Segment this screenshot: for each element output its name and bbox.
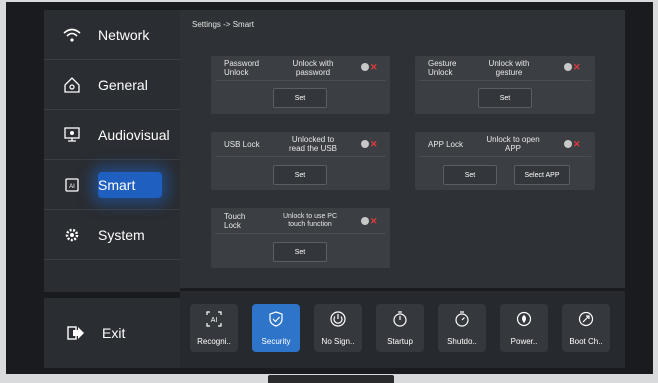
off-x-icon: ✕ (573, 62, 581, 72)
boot-channel-icon (562, 310, 610, 328)
card-divider (215, 233, 386, 234)
exit-arrow-icon (66, 323, 86, 343)
sidebar-item-general[interactable]: General (44, 60, 180, 110)
tile-label: Security (261, 337, 291, 346)
tile-no-signal[interactable]: No Sign.. (314, 304, 362, 352)
touch-set-button[interactable]: Set (273, 242, 327, 262)
off-x-icon: ✕ (573, 139, 581, 149)
ai-recognition-icon: AI (190, 310, 238, 328)
off-x-icon: ✕ (370, 216, 378, 226)
touch-lock-card: Touch Lock Unlock to use PC touch function… (211, 208, 390, 268)
sidebar: Network General Audiovisual AI Smart Sys… (44, 10, 180, 292)
card-title: Touch Lock (224, 212, 246, 230)
card-description: Unlock with password (292, 59, 334, 77)
display-icon (62, 125, 82, 145)
tile-label: No Sign.. (321, 337, 355, 346)
off-x-icon: ✕ (370, 62, 378, 72)
card-description: Unlocked to read the USB (288, 135, 338, 153)
sidebar-item-label: General (98, 76, 148, 93)
card-divider (419, 80, 591, 81)
tile-power[interactable]: Power.. (500, 304, 548, 352)
power-saving-icon (500, 310, 548, 328)
card-divider (215, 156, 386, 157)
timer-off-icon (438, 310, 486, 328)
card-description: Unlock to use PC touch function (282, 213, 338, 228)
power-icon (314, 310, 362, 328)
tile-recognition[interactable]: AI Recogni.. (190, 304, 238, 352)
off-x-icon: ✕ (370, 139, 378, 149)
usb-lock-toggle[interactable]: ✕ (361, 139, 379, 149)
sidebar-item-audiovisual[interactable]: Audiovisual (44, 110, 180, 160)
usb-set-button[interactable]: Set (273, 165, 327, 185)
tile-shutdown[interactable]: Shutdo.. (438, 304, 486, 352)
exit-label: Exit (102, 325, 126, 341)
gesture-unlock-card: Gesture Unlock Unlock with gesture ✕ Set (415, 56, 595, 114)
system-gear-icon (62, 225, 82, 245)
svg-text:AI: AI (69, 184, 75, 190)
card-title: Gesture Unlock (428, 59, 457, 77)
breadcrumb: Settings -> Smart (192, 20, 255, 29)
password-unlock-toggle[interactable]: ✕ (361, 62, 379, 72)
sidebar-item-system[interactable]: System (44, 210, 180, 260)
password-set-button[interactable]: Set (273, 88, 327, 108)
tile-label: Recogni.. (197, 337, 231, 346)
card-title: APP Lock (428, 140, 463, 149)
tile-label: Power.. (510, 337, 538, 346)
exit-button[interactable]: Exit (44, 298, 180, 368)
card-title: Password Unlock (224, 59, 260, 77)
card-title: USB Lock (224, 140, 260, 149)
tile-security[interactable]: Security (252, 304, 300, 352)
home-icon (62, 75, 82, 95)
select-app-button[interactable]: Select APP (514, 165, 570, 185)
sidebar-item-label: System (98, 226, 145, 243)
sidebar-item-label: Network (98, 26, 150, 43)
app-lock-card: APP Lock Unlock to open APP ✕ Set Select … (415, 132, 595, 190)
card-description: Unlock to open APP (486, 135, 540, 153)
app-set-button[interactable]: Set (443, 165, 497, 185)
sidebar-item-network[interactable]: Network (44, 10, 180, 60)
sidebar-item-smart[interactable]: AI Smart (44, 160, 180, 210)
tile-boot-channel[interactable]: Boot Ch.. (562, 304, 610, 352)
timer-icon (376, 310, 424, 328)
card-divider (419, 156, 591, 157)
tile-label: Shutdo.. (447, 337, 477, 346)
gesture-set-button[interactable]: Set (478, 88, 532, 108)
usb-lock-card: USB Lock Unlocked to read the USB ✕ Set (211, 132, 390, 190)
touch-lock-toggle[interactable]: ✕ (361, 216, 379, 226)
wifi-icon (62, 25, 82, 45)
svg-text:AI: AI (211, 317, 218, 324)
password-unlock-card: Password Unlock Unlock with password ✕ Set (211, 56, 390, 114)
app-lock-toggle[interactable]: ✕ (564, 139, 582, 149)
card-divider (215, 80, 386, 81)
shield-icon (252, 310, 300, 328)
gesture-unlock-toggle[interactable]: ✕ (564, 62, 582, 72)
sidebar-item-label: Audiovisual (98, 126, 170, 143)
tile-startup[interactable]: Startup (376, 304, 424, 352)
sidebar-item-label: Smart (98, 176, 136, 193)
monitor-stand-bezel (268, 375, 394, 383)
tile-label: Startup (387, 337, 413, 346)
tile-label: Boot Ch.. (569, 337, 603, 346)
ai-chip-icon: AI (62, 175, 82, 195)
card-description: Unlock with gesture (488, 59, 530, 77)
